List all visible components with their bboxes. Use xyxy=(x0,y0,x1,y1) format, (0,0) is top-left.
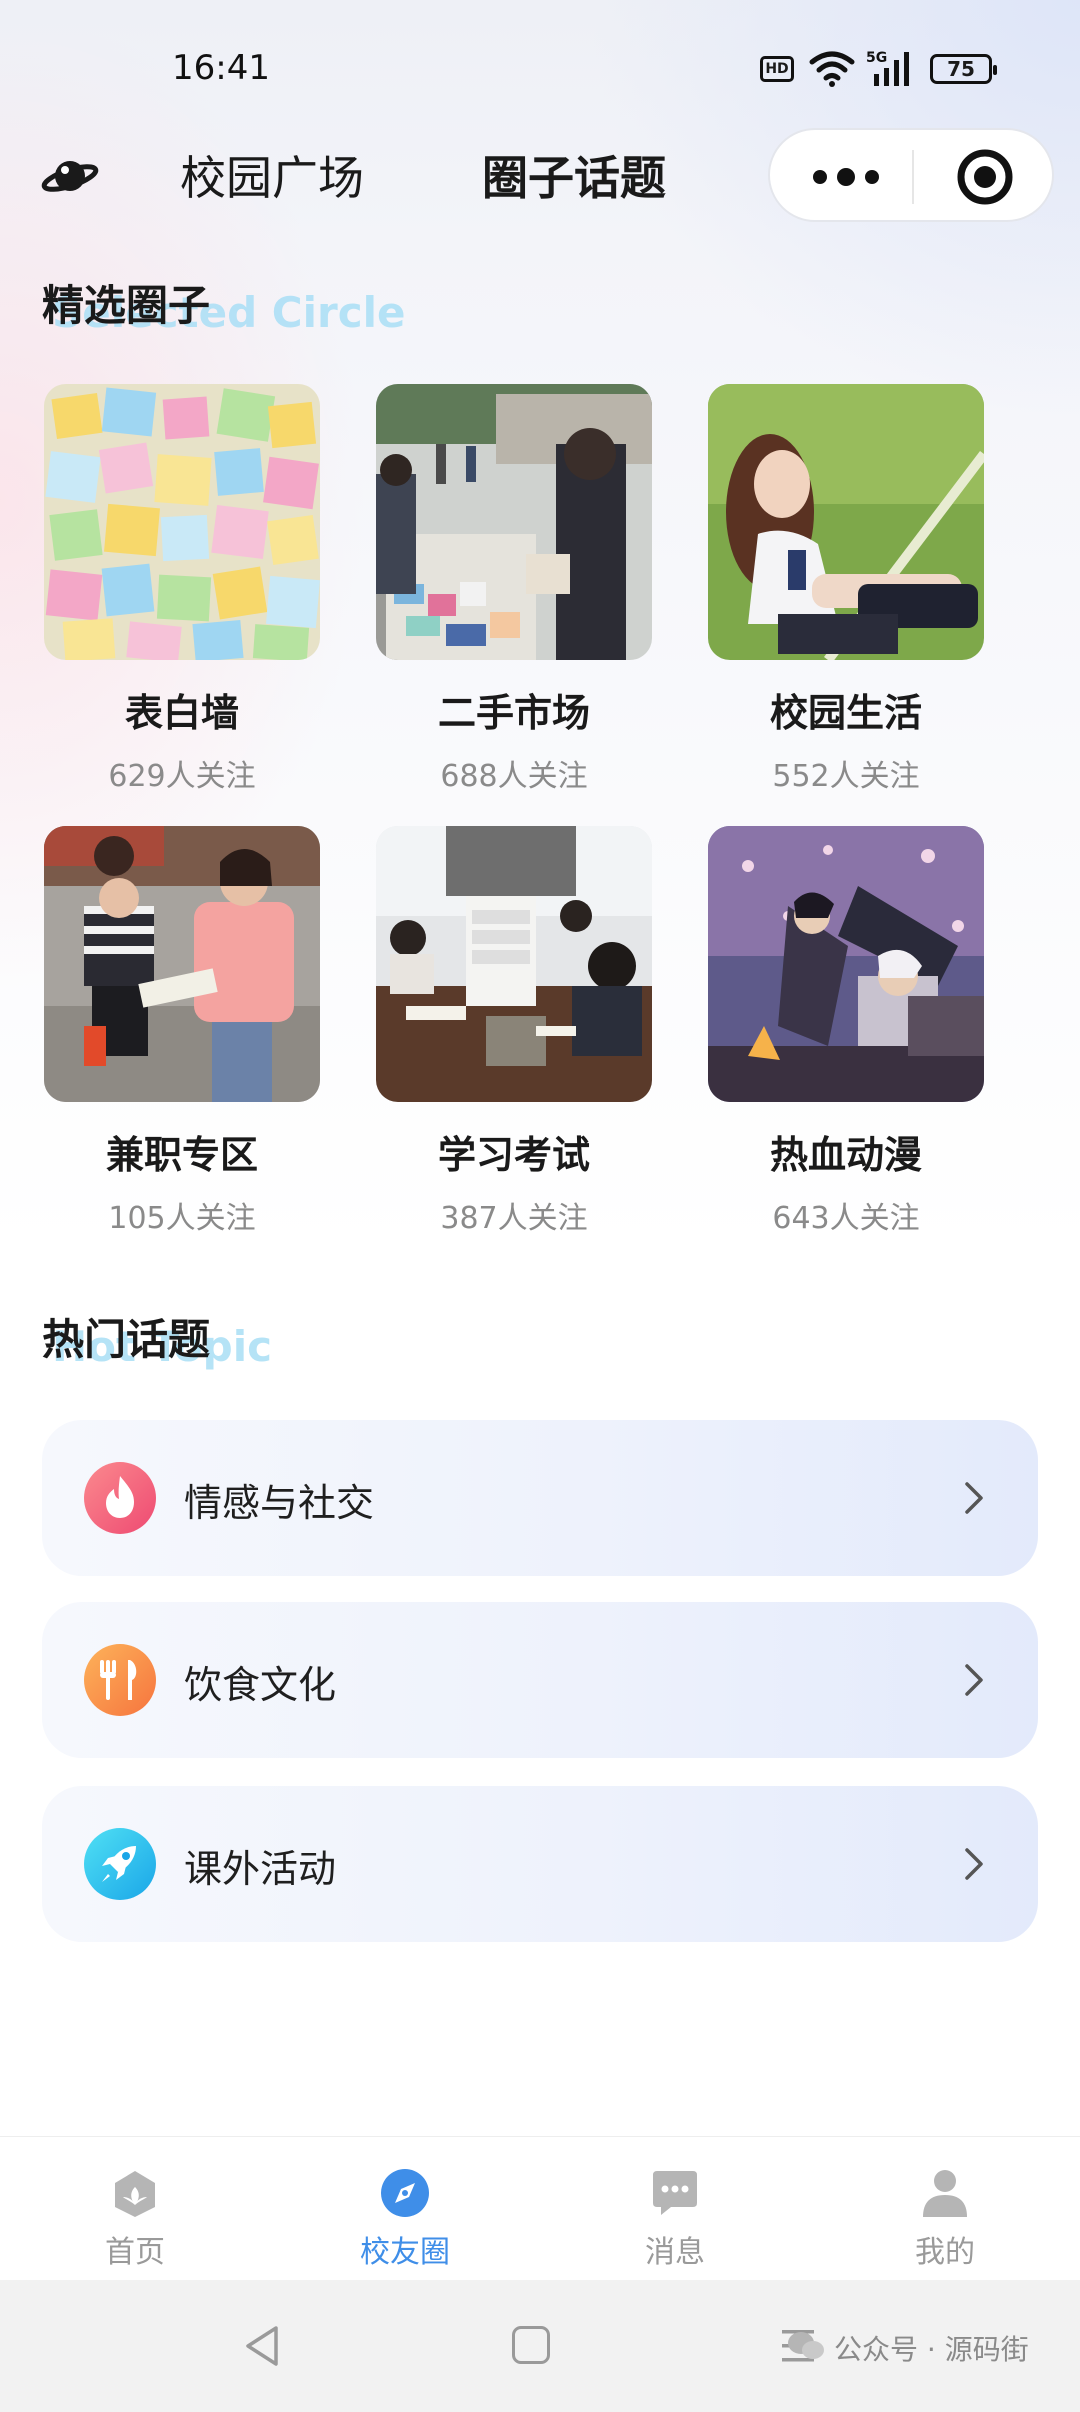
status-bar: 16:41 HD 5G 75 xyxy=(0,0,1080,140)
battery-icon: 75 xyxy=(930,54,997,84)
tab-label: 首页 xyxy=(105,2235,165,2270)
circle-followers: 105人关注 xyxy=(108,1201,256,1236)
bottom-tab-bar: 首页 校友圈 消息 我的 xyxy=(0,2136,1080,2280)
circle-card-confession-wall[interactable]: 表白墙 629人关注 xyxy=(44,384,320,795)
tab-profile[interactable]: 我的 xyxy=(810,2137,1080,2281)
circle-thumbnail xyxy=(708,826,984,1102)
home-icon xyxy=(115,2171,155,2217)
home-button-icon[interactable] xyxy=(512,2326,550,2364)
circle-name: 热血动漫 xyxy=(769,1133,922,1177)
tab-label: 校友圈 xyxy=(360,2235,450,2270)
mini-program-capsule xyxy=(768,128,1054,222)
selected-section-title: 精选圈子 xyxy=(42,281,211,330)
circle-thumbnail xyxy=(376,826,652,1102)
circle-card-second-hand-market[interactable]: 二手市场 688人关注 xyxy=(376,384,652,795)
circle-card-part-time-jobs[interactable]: 兼职专区 105人关注 xyxy=(44,826,320,1237)
topic-label: 饮食文化 xyxy=(184,1663,337,1707)
tab-circle-topics[interactable]: 圈子话题 xyxy=(482,142,666,208)
circle-name: 兼职专区 xyxy=(105,1133,258,1177)
back-icon[interactable] xyxy=(242,2324,282,2368)
circle-card-campus-life[interactable]: 校园生活 552人关注 xyxy=(708,384,984,795)
circle-card-study-exams[interactable]: 学习考试 387人关注 xyxy=(376,826,652,1237)
circle-thumbnail xyxy=(708,384,984,660)
target-icon[interactable] xyxy=(956,148,1014,206)
message-icon xyxy=(653,2171,697,2215)
circle-thumbnail xyxy=(44,826,320,1102)
circle-card-anime[interactable]: 热血动漫 643人关注 xyxy=(708,826,984,1237)
tab-campus-square[interactable]: 校园广场 xyxy=(180,142,364,208)
network-label: 5G xyxy=(866,50,887,66)
topic-label: 情感与社交 xyxy=(184,1481,375,1525)
user-icon xyxy=(923,2170,967,2217)
topic-label: 课外活动 xyxy=(184,1847,337,1891)
chevron-right-icon xyxy=(965,1482,983,1514)
circle-followers: 387人关注 xyxy=(440,1201,588,1236)
wechat-icon xyxy=(788,2332,824,2359)
flame-icon xyxy=(84,1462,156,1534)
circle-thumbnail xyxy=(44,384,320,660)
topic-item-emotion-social[interactable]: 情感与社交 xyxy=(42,1420,1038,1576)
tab-home[interactable]: 首页 xyxy=(0,2137,270,2281)
wifi-icon xyxy=(809,51,855,87)
status-time: 16:41 xyxy=(172,48,270,88)
rocket-icon xyxy=(84,1828,156,1900)
tab-label: 我的 xyxy=(915,2235,975,2270)
watermark-text: 公众号 · 源码街 xyxy=(834,2333,1029,2366)
compass-icon xyxy=(381,2169,429,2217)
chevron-right-icon xyxy=(965,1848,983,1880)
planet-icon[interactable] xyxy=(40,146,100,206)
tab-label: 消息 xyxy=(645,2235,705,2270)
cutlery-icon xyxy=(84,1644,156,1716)
hot-section-title: 热门话题 xyxy=(42,1315,211,1364)
tab-messages[interactable]: 消息 xyxy=(540,2137,810,2281)
capsule-divider xyxy=(912,150,914,204)
hd-icon: HD xyxy=(760,56,794,82)
topic-item-extracurricular[interactable]: 课外活动 xyxy=(42,1786,1038,1942)
circle-followers: 643人关注 xyxy=(772,1201,920,1236)
chevron-right-icon xyxy=(965,1664,983,1696)
more-dots-icon[interactable] xyxy=(810,160,882,194)
circle-name: 校园生活 xyxy=(769,691,922,735)
circle-followers: 552人关注 xyxy=(772,759,920,794)
topic-item-food-culture[interactable]: 饮食文化 xyxy=(42,1602,1038,1758)
circle-name: 表白墙 xyxy=(124,691,239,735)
circle-followers: 688人关注 xyxy=(440,759,588,794)
signal-5g-icon: 5G xyxy=(866,50,909,86)
circle-name: 学习考试 xyxy=(437,1133,590,1177)
circle-thumbnail xyxy=(376,384,652,660)
circle-followers: 629人关注 xyxy=(108,759,256,794)
tab-alumni-circle[interactable]: 校友圈 xyxy=(270,2137,540,2281)
circle-name: 二手市场 xyxy=(437,691,590,735)
